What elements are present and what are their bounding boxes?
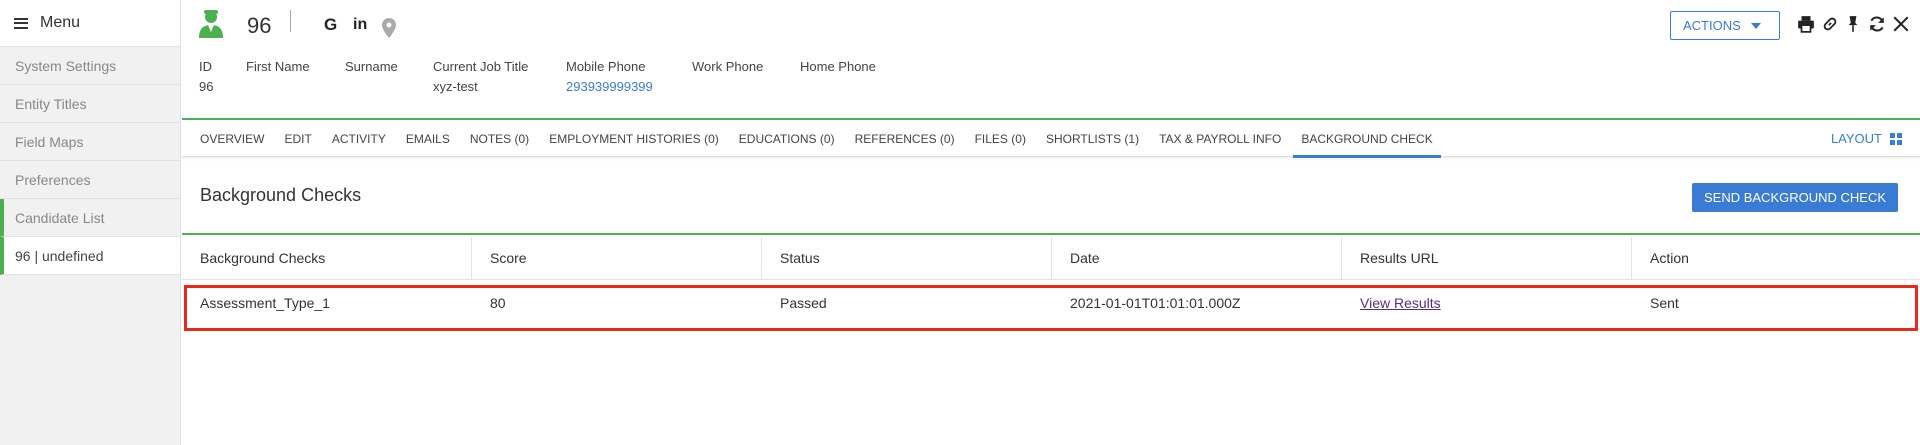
- tab-activity[interactable]: ACTIVITY: [332, 120, 386, 157]
- sidebar-item-candidate-list[interactable]: Candidate List: [0, 199, 180, 237]
- field-value: 96: [199, 79, 214, 94]
- refresh-icon[interactable]: [1868, 14, 1886, 34]
- tab-employment-histories[interactable]: EMPLOYMENT HISTORIES (0): [549, 120, 719, 157]
- header-divider: [290, 10, 291, 32]
- candidate-avatar-icon: [199, 10, 223, 38]
- tab-bar: OVERVIEW EDIT ACTIVITY EMAILS NOTES (0) …: [182, 120, 1920, 158]
- google-icon[interactable]: G: [324, 14, 337, 36]
- menu-toggle[interactable]: Menu: [0, 0, 180, 47]
- field-value: [345, 79, 433, 99]
- send-background-check-button[interactable]: SEND BACKGROUND CHECK: [1692, 183, 1898, 212]
- tab-shortlists[interactable]: SHORTLISTS (1): [1046, 120, 1139, 157]
- tab-background-check[interactable]: BACKGROUND CHECK: [1293, 120, 1442, 158]
- field-label: ID: [199, 59, 212, 74]
- field-label: First Name: [246, 59, 310, 74]
- actions-dropdown-button[interactable]: ACTIONS: [1670, 11, 1780, 40]
- field-label: Surname: [345, 59, 398, 74]
- grid-icon: [1890, 132, 1902, 145]
- tab-references[interactable]: REFERENCES (0): [855, 120, 955, 157]
- tab-overview[interactable]: OVERVIEW: [200, 120, 264, 157]
- close-icon[interactable]: [1892, 14, 1910, 34]
- link-icon[interactable]: [1821, 14, 1839, 34]
- sidebar-item-field-maps[interactable]: Field Maps: [0, 123, 180, 161]
- linkedin-icon[interactable]: in: [353, 14, 367, 36]
- field-mobile-phone: Mobile Phone 293939999399: [566, 59, 692, 99]
- field-label: Work Phone: [692, 59, 764, 74]
- tab-edit[interactable]: EDIT: [284, 120, 311, 157]
- hamburger-icon: [14, 17, 28, 29]
- field-label: Home Phone: [800, 59, 876, 74]
- field-home-phone: Home Phone: [800, 59, 910, 99]
- actions-label: ACTIONS: [1683, 18, 1741, 33]
- sidebar: Menu System Settings Entity Titles Field…: [0, 0, 181, 445]
- pin-icon[interactable]: [1844, 14, 1862, 34]
- field-first-name: First Name: [246, 59, 345, 99]
- field-label: Mobile Phone: [566, 59, 646, 74]
- tab-emails[interactable]: EMAILS: [406, 120, 450, 157]
- sidebar-item-preferences[interactable]: Preferences: [0, 161, 180, 199]
- field-value: xyz-test: [433, 79, 478, 94]
- record-header: 96 G in ID 96 First Name Surname Current…: [182, 0, 1920, 120]
- field-value: [692, 79, 800, 99]
- sidebar-item-entity-titles[interactable]: Entity Titles: [0, 85, 180, 123]
- caret-down-icon: [1751, 23, 1761, 29]
- menu-label: Menu: [40, 14, 81, 31]
- field-work-phone: Work Phone: [692, 59, 800, 99]
- tab-files[interactable]: FILES (0): [975, 120, 1026, 157]
- field-surname: Surname: [345, 59, 433, 99]
- tab-educations[interactable]: EDUCATIONS (0): [739, 120, 835, 157]
- field-value: [800, 79, 910, 99]
- view-results-link[interactable]: View Results: [1342, 279, 1632, 324]
- record-id: 96: [247, 13, 272, 38]
- print-icon[interactable]: [1797, 14, 1815, 34]
- layout-label: LAYOUT: [1830, 131, 1882, 146]
- mobile-phone-link[interactable]: 293939999399: [566, 79, 692, 99]
- field-value: [246, 79, 345, 99]
- field-label: Current Job Title: [433, 59, 529, 74]
- section-header: Background Checks SEND BACKGROUND CHECK: [182, 157, 1920, 235]
- section-title: Background Checks: [200, 185, 362, 205]
- tab-tax-payroll-info[interactable]: TAX & PAYROLL INFO: [1159, 120, 1281, 157]
- sidebar-item-current-record[interactable]: 96 | undefined: [0, 237, 180, 275]
- field-current-job-title: Current Job Title xyz-test: [433, 59, 566, 99]
- location-pin-icon[interactable]: [382, 17, 396, 39]
- field-id: ID 96: [199, 59, 246, 99]
- layout-button[interactable]: LAYOUT: [1831, 120, 1902, 157]
- tab-notes[interactable]: NOTES (0): [470, 120, 529, 157]
- record-fields: ID 96 First Name Surname Current Job Tit…: [199, 59, 910, 99]
- main-content: 96 G in ID 96 First Name Surname Current…: [182, 0, 1920, 445]
- sidebar-item-system-settings[interactable]: System Settings: [0, 47, 180, 85]
